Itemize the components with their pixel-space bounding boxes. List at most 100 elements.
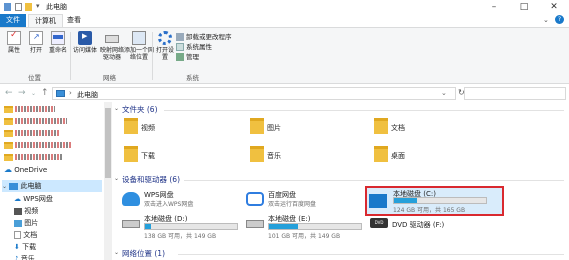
window-title: 此电脑 [46, 3, 67, 11]
open-button[interactable]: ↗ 打开 [24, 31, 48, 54]
search-input[interactable] [464, 87, 566, 100]
nav-documents[interactable]: 文档 [14, 229, 118, 241]
folder-music-label: 音乐 [267, 152, 281, 160]
document-icon [14, 231, 21, 239]
nav-music[interactable]: ♪ 音乐 [14, 253, 118, 260]
windows-drive-icon [369, 194, 387, 208]
quick-access-item[interactable] [4, 103, 108, 115]
add-network-location-button[interactable]: 添加一个网络位置 [124, 31, 154, 61]
quick-access-item[interactable] [4, 139, 108, 151]
computer-icon [56, 90, 65, 97]
maximize-button[interactable]: □ [509, 0, 539, 14]
network-location-icon [132, 31, 146, 45]
recent-dropdown-icon[interactable]: ⌄ [31, 90, 36, 97]
uninstall-program-button[interactable]: 卸载或更改程序 [176, 32, 246, 42]
breadcrumb[interactable]: 此电脑 [77, 90, 98, 100]
folder-icon [4, 141, 13, 149]
up-arrow-icon[interactable]: ↑ [41, 88, 49, 98]
tab-computer[interactable]: 计算机 [28, 14, 63, 27]
folder-downloads[interactable]: 下载 [124, 146, 204, 168]
quick-access-item[interactable] [4, 151, 108, 163]
folder-music[interactable]: 音乐 [250, 146, 330, 168]
group-network: 网络 [103, 74, 116, 82]
rename-icon [51, 31, 65, 45]
chevron-down-icon[interactable]: ⌄ [114, 175, 119, 182]
properties-label: 属性 [7, 47, 20, 54]
help-icon[interactable]: ? [555, 15, 564, 24]
qa-dropdown-icon[interactable]: ▾ [36, 2, 40, 10]
chevron-down-icon[interactable]: ⌄ [114, 105, 119, 112]
ribbon-collapse-icon[interactable]: ⌄ [543, 16, 549, 24]
nav-music-label: 音乐 [20, 255, 35, 260]
download-arrow-icon: ⬇ [14, 243, 20, 251]
nav-onedrive[interactable]: ☁ OneDrive [4, 164, 108, 176]
device-baidu-sub: 双击运行百度网盘 [268, 201, 317, 208]
nav-this-pc-label: 此电脑 [20, 182, 42, 190]
manage-button[interactable]: 管理 [176, 52, 246, 62]
nav-videos-label: 视频 [24, 207, 39, 215]
picture-folder-icon [250, 118, 264, 134]
music-note-icon: ♪ [14, 255, 19, 260]
network-drive-icon [105, 35, 119, 43]
minimize-button[interactable]: – [479, 0, 509, 14]
folder-icon [4, 129, 13, 137]
drive-d-usage-fill [145, 224, 152, 229]
device-e-drive[interactable]: 本地磁盘 (E:) 101 GB 可用，共 149 GB [246, 214, 376, 240]
nav-wps-label: WPS网盘 [23, 195, 53, 203]
folder-pictures-label: 图片 [267, 124, 281, 132]
map-network-drive-button[interactable]: 映射网络驱动器 [98, 31, 126, 61]
chevron-down-icon[interactable]: ⌄ [114, 249, 119, 256]
device-baidu[interactable]: 百度网盘 双击运行百度网盘 [246, 190, 356, 210]
rename-button[interactable]: 重命名 [46, 31, 70, 54]
device-d-drive[interactable]: 本地磁盘 (D:) 138 GB 可用，共 149 GB [122, 214, 252, 240]
nav-pictures[interactable]: 图片 [14, 217, 118, 229]
quick-access-item[interactable] [4, 127, 108, 139]
device-dvd-drive[interactable]: DVD DVD 驱动器 (F:) [370, 216, 500, 236]
address-bar[interactable]: › 此电脑 ⌄ [52, 87, 456, 100]
baidu-cloud-icon [246, 192, 264, 206]
properties-button[interactable]: ✓ 属性 [2, 31, 26, 54]
nav-wps[interactable]: ☁ WPS网盘 [14, 193, 118, 205]
folder-qa-icon[interactable] [25, 3, 32, 11]
folder-documents[interactable]: 文档 [374, 118, 454, 140]
section-devices[interactable]: 设备和驱动器 (6) [122, 174, 180, 185]
video-icon [14, 207, 22, 215]
properties-qa-icon[interactable] [15, 3, 22, 11]
folder-pictures[interactable]: 图片 [250, 118, 330, 140]
folder-documents-label: 文档 [391, 124, 405, 132]
folder-downloads-label: 下载 [141, 152, 155, 160]
close-button[interactable]: ✕ [539, 0, 569, 14]
uninstall-program-label: 卸载或更改程序 [186, 33, 232, 41]
drive-e-usage-fill [269, 224, 299, 229]
back-arrow-icon[interactable]: ← [5, 88, 13, 98]
cloud-icon [122, 192, 140, 206]
nav-this-pc[interactable]: ⌄ 此电脑 [2, 180, 102, 192]
open-label: 打开 [29, 47, 42, 54]
system-properties-button[interactable]: 系统属性 [176, 42, 246, 52]
device-wps[interactable]: WPS网盘 双击进入WPS网盘 [122, 190, 232, 210]
folder-desktop[interactable]: 桌面 [374, 146, 454, 168]
address-dropdown-icon[interactable]: ⌄ [441, 89, 447, 97]
folder-icon [4, 153, 13, 161]
nav-downloads[interactable]: ⬇ 下载 [14, 241, 118, 253]
forward-arrow-icon[interactable]: → [18, 88, 26, 98]
scrollbar-thumb[interactable] [105, 108, 111, 178]
drive-c-usage-fill [394, 198, 417, 203]
section-divider [164, 110, 564, 111]
quick-access-item[interactable] [4, 115, 108, 127]
section-network[interactable]: 网络位置 (1) [122, 248, 165, 259]
tab-file[interactable]: 文件 [0, 14, 26, 27]
open-settings-button[interactable]: 打开设置 [154, 31, 176, 61]
system-small-buttons: 卸载或更改程序 系统属性 管理 [176, 32, 246, 62]
nav-videos[interactable]: 视频 [14, 205, 118, 217]
breadcrumb-separator-icon: › [69, 89, 72, 97]
nav-scrollbar[interactable] [104, 102, 112, 260]
nav-documents-label: 文档 [23, 231, 38, 239]
section-folders[interactable]: 文件夹 (6) [122, 104, 158, 115]
device-c-drive[interactable]: 本地磁盘 (C:) 124 GB 可用，共 165 GB [365, 186, 504, 216]
folder-videos[interactable]: 视频 [124, 118, 204, 140]
access-media-button[interactable]: ▶ 访问媒体 [72, 31, 98, 54]
checkmark-document-icon: ✓ [7, 31, 21, 45]
address-row: ← → ⌄ ↑ › 此电脑 ⌄ ↻ [0, 85, 569, 102]
tab-view[interactable]: 查看 [61, 14, 87, 27]
